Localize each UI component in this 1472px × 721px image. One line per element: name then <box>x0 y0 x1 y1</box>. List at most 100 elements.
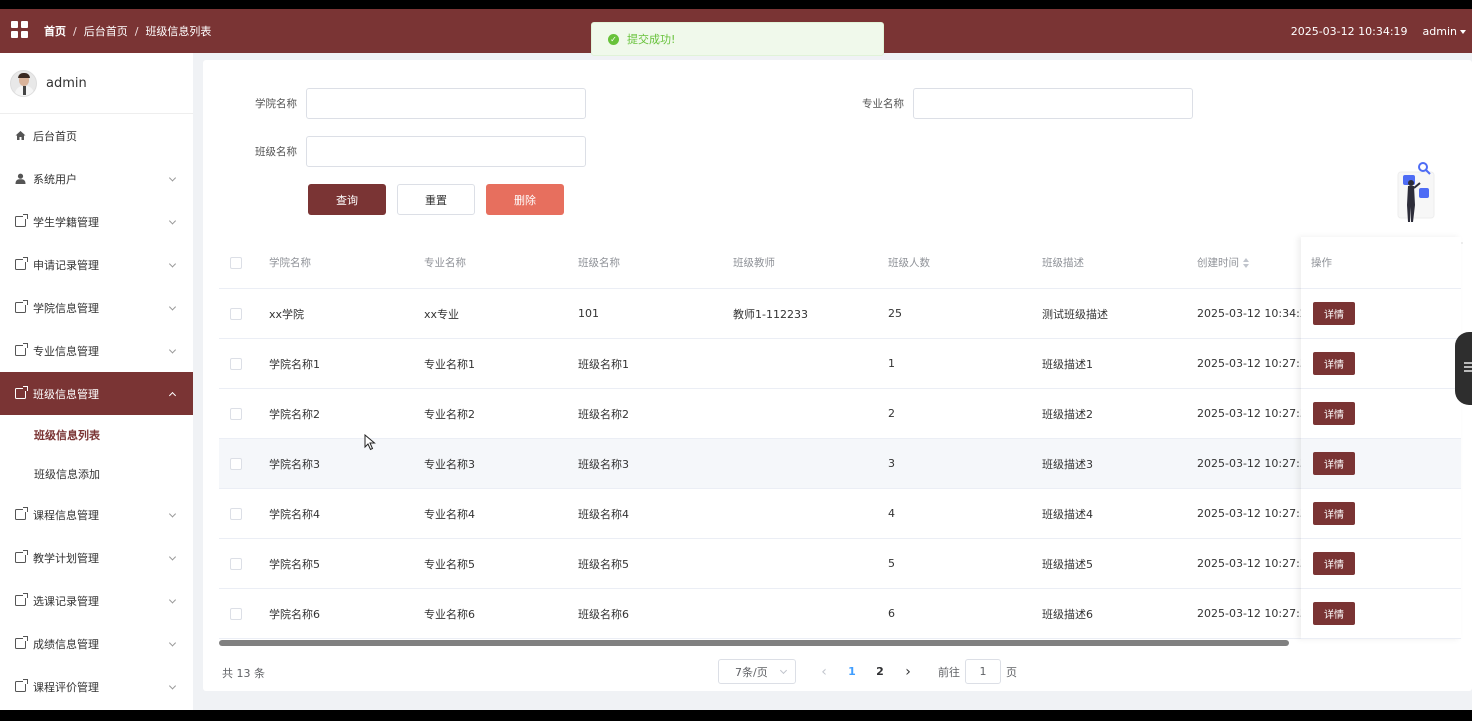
row-checkbox[interactable] <box>230 507 242 520</box>
success-toast: ✓ 提交成功! <box>591 22 884 56</box>
chevron-down-icon <box>168 345 177 354</box>
table-row[interactable]: 学院名称5 专业名称5 班级名称5 5 班级描述5 2025-03-12 10:… <box>219 539 1459 589</box>
breadcrumb-home[interactable]: 首页 <box>44 23 66 39</box>
sidebar-item-system-users[interactable]: 系统用户 <box>0 157 193 200</box>
detail-button[interactable]: 详情 <box>1313 602 1355 625</box>
cell-count: 4 <box>888 507 895 520</box>
next-page-icon[interactable]: › <box>894 664 922 680</box>
sidebar-item-courses[interactable]: 课程信息管理 <box>0 493 193 536</box>
detail-button[interactable]: 详情 <box>1313 402 1355 425</box>
major-label: 专业名称 <box>862 98 904 110</box>
detail-button[interactable]: 详情 <box>1313 452 1355 475</box>
col-count[interactable]: 班级人数 <box>888 255 930 270</box>
cell-class: 班级名称5 <box>578 557 629 571</box>
action-cell: 详情 <box>1301 589 1461 639</box>
query-button[interactable]: 查询 <box>308 184 386 215</box>
chevron-down-icon <box>168 638 177 647</box>
cell-created-time: 2025-03-12 10:34:20 <box>1197 307 1314 320</box>
page-2[interactable]: 2 <box>866 665 894 678</box>
row-checkbox[interactable] <box>230 357 242 370</box>
cell-major: 专业名称4 <box>424 507 475 521</box>
chevron-down-icon <box>168 173 177 182</box>
col-created-time[interactable]: 创建时间 <box>1197 255 1249 270</box>
cell-college: 学院名称3 <box>269 457 320 471</box>
document-icon <box>15 550 28 563</box>
col-major[interactable]: 专业名称 <box>424 255 466 270</box>
major-input[interactable] <box>913 88 1193 119</box>
goto-page-input[interactable]: 1 <box>965 659 1001 684</box>
prev-page-icon[interactable]: ‹ <box>810 664 838 680</box>
cell-count: 25 <box>888 307 902 320</box>
cell-teacher: 教师1-112233 <box>733 307 808 321</box>
col-college[interactable]: 学院名称 <box>269 255 311 270</box>
sidebar-item-majors[interactable]: 专业信息管理 <box>0 329 193 372</box>
detail-button[interactable]: 详情 <box>1313 302 1355 325</box>
floating-settings-tab[interactable] <box>1455 332 1472 405</box>
class-input[interactable] <box>306 136 586 167</box>
table-row[interactable]: 学院名称4 专业名称4 班级名称4 4 班级描述4 2025-03-12 10:… <box>219 489 1459 539</box>
cell-created-time: 2025-03-12 10:27:37 <box>1197 407 1314 420</box>
sidebar-item-dashboard[interactable]: 后台首页 <box>0 114 193 157</box>
cell-major: 专业名称3 <box>424 457 475 471</box>
document-icon <box>15 343 28 356</box>
row-checkbox[interactable] <box>230 457 242 470</box>
breadcrumb-dashboard[interactable]: 后台首页 <box>84 23 128 39</box>
cell-class: 101 <box>578 307 599 320</box>
detail-button[interactable]: 详情 <box>1313 502 1355 525</box>
row-checkbox[interactable] <box>230 307 242 320</box>
sidebar-item-teaching-plans[interactable]: 教学计划管理 <box>0 536 193 579</box>
college-input[interactable] <box>306 88 586 119</box>
reset-button[interactable]: 重置 <box>397 184 475 215</box>
class-table: 学院名称 专业名称 班级名称 班级教师 班级人数 班级描述 创建时间 xx学院 … <box>219 237 1461 639</box>
sidebar-item-classes[interactable]: 班级信息管理 <box>0 372 193 415</box>
top-right-area: 2025-03-12 10:34:19 admin <box>1291 9 1466 53</box>
detail-button[interactable]: 详情 <box>1313 352 1355 375</box>
cell-major: xx专业 <box>424 307 460 321</box>
sidebar-item-colleges[interactable]: 学院信息管理 <box>0 286 193 329</box>
col-class[interactable]: 班级名称 <box>578 255 620 270</box>
sidebar-item-course-selection[interactable]: 选课记录管理 <box>0 579 193 622</box>
sidebar-item-applications[interactable]: 申请记录管理 <box>0 243 193 286</box>
menu-grid-icon[interactable] <box>11 21 28 38</box>
submenu-class-list[interactable]: 班级信息列表 <box>0 415 193 454</box>
col-description[interactable]: 班级描述 <box>1042 255 1084 270</box>
settings-lines-icon <box>1464 362 1472 364</box>
breadcrumb-current: 班级信息列表 <box>145 25 212 38</box>
row-checkbox[interactable] <box>230 407 242 420</box>
cell-major: 专业名称2 <box>424 407 475 421</box>
table-row[interactable]: 学院名称2 专业名称2 班级名称2 2 班级描述2 2025-03-12 10:… <box>219 389 1459 439</box>
document-icon <box>15 593 28 606</box>
caret-down-icon <box>1460 30 1466 34</box>
cell-major: 专业名称6 <box>424 607 475 621</box>
user-dropdown[interactable]: admin <box>1423 25 1466 38</box>
chevron-down-icon <box>168 509 177 518</box>
chevron-down-icon <box>168 595 177 604</box>
document-icon <box>15 300 28 313</box>
col-teacher[interactable]: 班级教师 <box>733 255 775 270</box>
sidebar-item-student-records[interactable]: 学生学籍管理 <box>0 200 193 243</box>
chevron-up-icon <box>168 391 177 399</box>
sidebar-item-course-reviews[interactable]: 课程评价管理 <box>0 665 193 708</box>
scrollbar-thumb[interactable] <box>219 640 1289 646</box>
horizontal-scrollbar[interactable] <box>219 640 1459 646</box>
sidebar-item-grades[interactable]: 成绩信息管理 <box>0 622 193 665</box>
delete-button[interactable]: 删除 <box>486 184 564 215</box>
table-row[interactable]: 学院名称1 专业名称1 班级名称1 1 班级描述1 2025-03-12 10:… <box>219 339 1459 389</box>
row-checkbox[interactable] <box>230 607 242 620</box>
table-row[interactable]: 学院名称3 专业名称3 班级名称3 3 班级描述3 2025-03-12 10:… <box>219 439 1459 489</box>
table-row[interactable]: xx学院 xx专业 101 教师1-112233 25 测试班级描述 2025-… <box>219 289 1459 339</box>
page-1[interactable]: 1 <box>838 665 866 678</box>
detail-button[interactable]: 详情 <box>1313 552 1355 575</box>
submenu-class-add[interactable]: 班级信息添加 <box>0 454 193 493</box>
page-size-select[interactable]: 7条/页 <box>718 659 796 684</box>
row-checkbox[interactable] <box>230 557 242 570</box>
cell-college: xx学院 <box>269 307 305 321</box>
sidebar-item-label: 课程信息管理 <box>33 508 99 522</box>
user-dropdown-label: admin <box>1422 24 1457 38</box>
table-row[interactable]: 学院名称6 专业名称6 班级名称6 6 班级描述6 2025-03-12 10:… <box>219 589 1459 639</box>
select-all-checkbox[interactable] <box>230 256 242 269</box>
pagination-total: 共 13 条 <box>222 667 265 680</box>
sort-icon[interactable] <box>1243 258 1249 268</box>
breadcrumb-separator: / <box>73 24 77 38</box>
cell-college: 学院名称6 <box>269 607 320 621</box>
